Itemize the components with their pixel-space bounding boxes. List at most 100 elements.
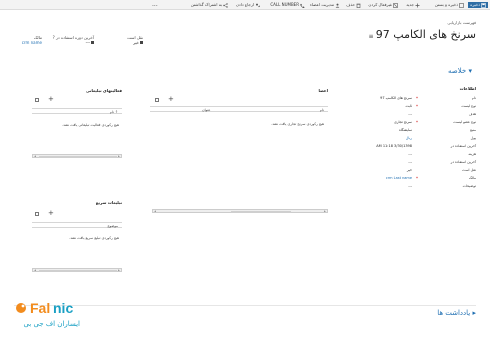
save-button[interactable]: ذخیره [468,2,488,8]
scroll-left-icon[interactable]: ◂ [33,155,37,158]
deactivate-label: غیرفعال کردن [368,2,392,7]
phone-icon [300,3,305,8]
members-icon [335,3,340,8]
form-field-label: هدف [468,112,476,116]
form-field-value[interactable]: --- [408,152,412,156]
header-field-last-used: آخرین دوره استفاده در ? --- [46,35,94,45]
form-field-value[interactable]: 3/30/1398 11:18 AM [376,144,412,148]
share-button[interactable]: به اشتراک گذاشتن [191,2,228,8]
form-field-label: پول [470,136,476,140]
quick-campaigns-grid-scrollbar[interactable]: ◂ ▸ [32,268,122,272]
form-field-label: نوع لیست [461,104,476,108]
new-label: جدید [406,2,414,7]
falnic-logo: Fal nic ایساران اف جی بی [14,296,94,332]
required-indicator: * [416,120,418,125]
form-field-value[interactable]: --- [408,184,412,188]
scroll-right-icon[interactable]: ▸ [323,210,327,213]
grid-view-icon[interactable] [35,212,39,216]
lock-icon [91,41,94,44]
header-field-value: --- [46,40,94,45]
quick-campaigns-grid: تبلیغات سریع + موضوع هیچ رکوردی تبلیغ سر… [32,200,122,270]
delete-label: حذف [346,2,355,7]
members-grid: اعضا + نام عنوان هیچ رکوردی سرنخ تجاری ی… [150,88,328,218]
form-field-value[interactable]: --- [408,160,412,164]
quick-campaigns-grid-title: تبلیغات سریع [95,200,122,205]
form-field-value[interactable]: ثابت [406,104,412,108]
quick-campaigns-grid-empty: هیچ رکوردی تبلیغ سریع یافت نشد. [69,236,119,240]
add-quick-campaign-button[interactable]: + [48,210,54,217]
assign-icon [255,3,261,8]
summary-section-title: خلاصه [448,67,467,75]
title-menu-icon[interactable]: ≡ [368,33,373,40]
grid-view-icon[interactable] [155,98,159,102]
manage-members-label: مدیریت اعضاء [310,2,334,7]
form-field-label: منبع [470,128,476,132]
summary-form: نام * سرنخ های الکامپ 97 نوع لیست * ثابت هدف --… [350,96,476,196]
breadcrumb: فهرست بازاریابی [447,20,476,25]
scroll-thumb[interactable] [231,210,291,213]
form-field-value[interactable]: ریال [406,136,412,140]
header-field-value-text: خیر [133,40,139,45]
header-field-value-text: --- [85,40,90,45]
summary-section-header[interactable]: ▾ خلاصه [412,67,472,75]
save-close-icon [459,2,464,8]
header-field-owner: مالک crm name [2,35,42,45]
notes-section-title: یادداشت ها [437,309,471,317]
deactivate-button[interactable]: غیرفعال کردن [368,2,398,8]
scroll-left-icon[interactable]: ◂ [153,210,157,213]
scroll-thumb[interactable] [39,269,117,272]
form-field-label: آخرین استفاده در [450,160,476,164]
column-name[interactable]: نام ↑ [110,110,118,114]
call-number-label: CALL NUMBER [270,2,299,7]
form-field-label: مالک [468,176,476,180]
svg-text:ایساران اف جی بی: ایساران اف جی بی [23,320,80,328]
campaigns-grid-empty: هیچ رکوردی فعالیت تبلیغاتی یافت نشد. [62,123,119,127]
form-field-value[interactable]: سرنخ های الکامپ 97 [380,96,412,100]
save-and-close-label: ذخیره و بستن [434,2,458,7]
members-grid-title: اعضا [318,88,328,93]
more-commands-button[interactable]: ... [152,0,158,10]
campaigns-grid-header: نام ↑ [32,108,122,114]
scroll-right-icon[interactable]: ▸ [117,269,121,272]
column-name[interactable]: نام [320,108,324,112]
members-grid-empty: هیچ رکوردی سرنخ تجاری یافت نشد. [271,122,324,126]
assign-button[interactable]: ارجاع دادن [236,2,261,8]
form-field-value[interactable]: crm Last name [386,176,412,180]
save-icon [481,2,486,8]
save-and-close-button[interactable]: ذخیره و بستن [435,2,464,8]
members-grid-scrollbar[interactable]: ◂ ▸ [152,209,328,213]
grid-view-icon[interactable] [35,98,39,102]
column-title[interactable]: عنوان [202,108,211,112]
required-indicator: * [416,104,418,109]
new-button[interactable]: جدید [406,2,420,8]
form-field-label: آخرین استفاده در [450,144,476,148]
campaigns-grid-scrollbar[interactable]: ◂ ▸ [32,154,122,158]
chevron-down-icon: ▾ [466,67,472,75]
scroll-left-icon[interactable]: ◂ [33,269,37,272]
lock-icon [140,41,143,44]
form-field-value[interactable]: خیر [407,168,412,172]
form-field-value[interactable]: --- [408,112,412,116]
campaigns-grid-title: فعالیتهای تبلیغاتی [85,88,122,93]
add-campaign-button[interactable]: + [48,96,54,103]
delete-button[interactable]: حذف [346,2,361,8]
page-title-row: سرنخ های الکامپ 97 ≡ [316,28,476,42]
owner-link[interactable]: crm name [2,40,42,45]
command-bar: ذخیره ذخیره و بستن جدید غیرفعال کردن حذف… [0,0,490,10]
manage-members-button[interactable]: مدیریت اعضاء [310,2,340,8]
call-number-button[interactable]: CALL NUMBER [270,2,305,8]
page-title: سرنخ های الکامپ 97 [375,28,476,41]
header-field-value: خیر [117,40,143,45]
trash-icon [356,3,361,8]
scroll-thumb[interactable] [39,155,117,158]
share-icon [223,2,228,8]
scroll-right-icon[interactable]: ▸ [117,155,121,158]
save-label: ذخیره [470,2,480,7]
add-member-button[interactable]: + [168,96,174,103]
column-subject[interactable]: موضوع [107,224,118,228]
form-field-value[interactable]: نمایشگاه [399,128,412,132]
header-field-is-locked: نقل است خیر [117,35,143,45]
form-field-value[interactable]: سرنخ تجاری [394,120,412,124]
notes-section-header[interactable]: ▸ یادداشت ها [406,309,476,317]
form-field-label: هزینه [468,152,476,156]
